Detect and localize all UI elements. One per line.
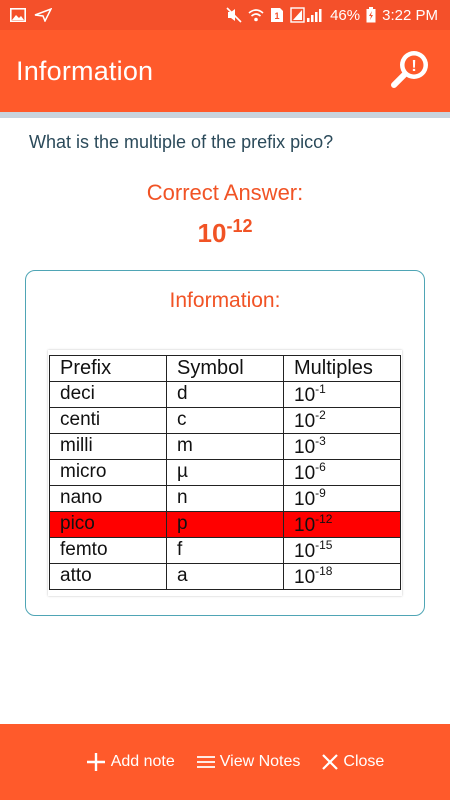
- cell-prefix: centi: [49, 406, 167, 434]
- header-prefix: Prefix: [49, 355, 167, 382]
- wifi-icon: [248, 7, 264, 23]
- svg-text:!: !: [411, 58, 416, 75]
- cell-multiple: 10-18: [283, 562, 401, 590]
- multiple-base: 10: [294, 514, 316, 536]
- multiple-exponent: -18: [315, 563, 333, 578]
- table-row: pico p 10-12: [49, 510, 401, 538]
- signal-icon: [290, 7, 324, 23]
- answer-exponent: -12: [226, 216, 253, 236]
- page-title: Information: [16, 55, 154, 86]
- table-row: femto f 10-15: [49, 536, 401, 564]
- multiple-exponent: -15: [315, 537, 333, 552]
- table-row: nano n 10-9: [49, 484, 401, 512]
- app-bar-divider: [0, 112, 450, 118]
- send-icon: [34, 8, 52, 22]
- list-icon: [196, 755, 215, 769]
- bottom-bar: Add note View Notes Close: [0, 724, 450, 800]
- header-multiples: Multiples: [283, 355, 401, 382]
- cell-multiple: 10-2: [283, 406, 401, 434]
- add-note-button[interactable]: Add note: [86, 752, 175, 772]
- cell-prefix: pico: [49, 510, 167, 538]
- cell-prefix: atto: [49, 562, 167, 590]
- close-icon: [322, 754, 339, 770]
- plus-icon: [86, 752, 106, 772]
- multiple-exponent: -2: [315, 407, 326, 422]
- app-bar: Information !: [0, 30, 450, 112]
- multiple-base: 10: [294, 436, 316, 458]
- cell-multiple: 10-1: [283, 380, 401, 408]
- multiple-exponent: -9: [315, 485, 326, 500]
- cell-symbol: n: [166, 484, 284, 512]
- close-label: Close: [343, 753, 385, 770]
- cell-symbol: d: [166, 380, 284, 408]
- mute-icon: [226, 7, 242, 23]
- close-button[interactable]: Close: [322, 753, 384, 771]
- sim-icon: 1: [270, 7, 284, 23]
- table-row: micro µ 10-6: [49, 458, 401, 486]
- table-header-row: Prefix Symbol Multiples: [49, 355, 401, 382]
- table-row: atto a 10-18: [49, 562, 401, 590]
- cell-prefix: femto: [49, 536, 167, 564]
- prefix-table: Prefix Symbol Multiples deci d 10-1 centi c 1…: [49, 355, 401, 590]
- info-card: Information: Prefix Symbol Multiples dec…: [25, 270, 425, 616]
- cell-prefix: micro: [49, 458, 167, 486]
- cell-prefix: deci: [49, 380, 167, 408]
- cell-symbol: a: [166, 562, 284, 590]
- cell-multiple: 10-12: [283, 510, 401, 538]
- correct-answer-value: 10-12: [0, 216, 450, 249]
- status-bar: 1 46% 3:22 PM: [0, 0, 450, 30]
- header-symbol: Symbol: [166, 355, 284, 382]
- cell-symbol: c: [166, 406, 284, 434]
- view-notes-button[interactable]: View Notes: [196, 753, 301, 771]
- battery-percent: 46%: [330, 6, 361, 24]
- multiple-base: 10: [294, 410, 316, 432]
- question-text: What is the multiple of the prefix pico?: [29, 132, 334, 152]
- cell-multiple: 10-6: [283, 458, 401, 486]
- cell-prefix: milli: [49, 432, 167, 460]
- cell-symbol: m: [166, 432, 284, 460]
- search-icon: !: [389, 48, 431, 95]
- table-row: deci d 10-1: [49, 380, 401, 408]
- clock: 3:22 PM: [382, 6, 438, 24]
- multiple-exponent: -6: [315, 459, 326, 474]
- cell-multiple: 10-15: [283, 536, 401, 564]
- multiple-exponent: -3: [315, 433, 326, 448]
- answer-base: 10: [197, 218, 227, 248]
- info-title: Information:: [169, 289, 281, 312]
- svg-text:1: 1: [275, 11, 280, 21]
- table-row: centi c 10-2: [49, 406, 401, 434]
- cell-multiple: 10-3: [283, 432, 401, 460]
- cell-prefix: nano: [49, 484, 167, 512]
- multiple-base: 10: [294, 540, 316, 562]
- cell-symbol: f: [166, 536, 284, 564]
- correct-answer-label: Correct Answer:: [146, 180, 304, 205]
- view-notes-label: View Notes: [219, 753, 301, 770]
- cell-symbol: µ: [166, 458, 284, 486]
- table-row: milli m 10-3: [49, 432, 401, 460]
- multiple-base: 10: [294, 384, 316, 406]
- multiple-exponent: -12: [315, 511, 333, 526]
- battery-charging-icon: [366, 7, 376, 23]
- gallery-icon: [10, 8, 26, 22]
- multiple-exponent: -1: [315, 381, 326, 396]
- multiple-base: 10: [294, 566, 316, 588]
- cell-multiple: 10-9: [283, 484, 401, 512]
- cell-symbol: p: [166, 510, 284, 538]
- multiple-base: 10: [294, 488, 316, 510]
- search-button[interactable]: !: [388, 49, 432, 93]
- add-note-label: Add note: [110, 753, 175, 770]
- multiple-base: 10: [294, 462, 316, 484]
